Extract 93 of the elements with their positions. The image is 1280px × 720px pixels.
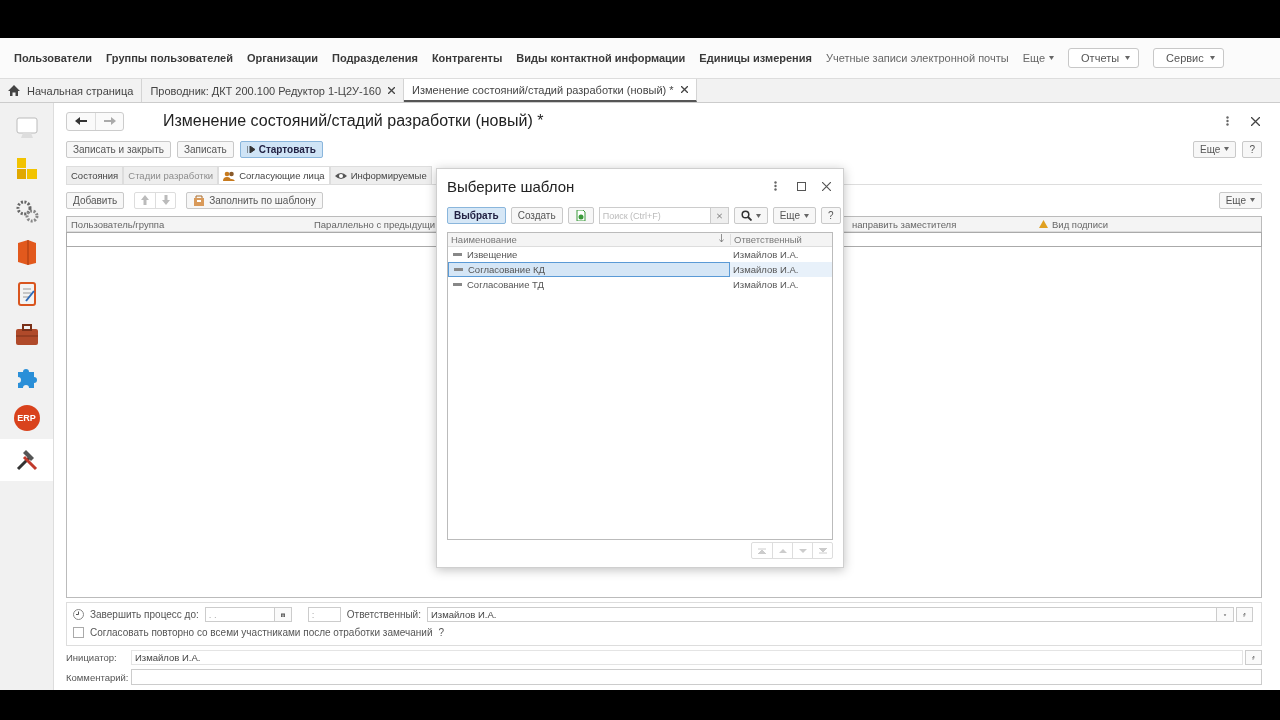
fill-template-button[interactable]: Заполнить по шаблону bbox=[186, 191, 323, 209]
row-name: Согласование КД bbox=[468, 264, 546, 275]
row-name: Согласование ТД bbox=[467, 279, 544, 290]
sidebar-item[interactable]: ERP bbox=[0, 397, 53, 439]
search-icon bbox=[740, 210, 752, 221]
copy-button[interactable] bbox=[567, 207, 594, 224]
row-name: Извещение bbox=[467, 249, 518, 260]
play-icon bbox=[246, 145, 255, 153]
menu-link[interactable]: Организации bbox=[247, 52, 319, 64]
more-menu[interactable]: Еще bbox=[1022, 52, 1055, 64]
initiator-field[interactable]: Измайлов И.А. bbox=[131, 650, 1243, 665]
table-cell[interactable]: Измайлов И.А. bbox=[730, 277, 832, 292]
people-icon bbox=[223, 170, 236, 181]
form-title: Изменение состояний/стадий разработки (новый) * bbox=[163, 112, 545, 130]
help-button[interactable]: ? bbox=[1242, 140, 1262, 158]
menu-link[interactable]: Группы пользователей bbox=[106, 52, 233, 64]
document-icon bbox=[574, 210, 587, 221]
menu-link[interactable]: Пользователи bbox=[14, 52, 92, 64]
open-button[interactable] bbox=[1245, 650, 1262, 665]
arrow-icon bbox=[798, 547, 807, 554]
more-icon bbox=[1226, 116, 1229, 126]
column-header: Параллельно с предыдущи bbox=[314, 218, 436, 230]
search-button[interactable] bbox=[733, 207, 768, 224]
menu-link[interactable]: Единицы измерения bbox=[699, 52, 812, 64]
select-button[interactable]: Выбрать bbox=[447, 207, 506, 224]
home-icon bbox=[8, 85, 20, 96]
save-button[interactable]: Записать и закрыть bbox=[66, 140, 171, 158]
menu-link[interactable]: Виды контактной информации bbox=[516, 52, 686, 64]
arrow-icon bbox=[758, 547, 766, 554]
comment-field[interactable] bbox=[131, 669, 1262, 685]
column-header: Вид подписи bbox=[1052, 218, 1109, 230]
menu-link[interactable]: Учетные записи электронной почты bbox=[825, 52, 1009, 64]
start-button[interactable]: Стартовать bbox=[239, 140, 323, 158]
column-header: Пользователь/группа bbox=[71, 218, 165, 230]
help-link[interactable]: ? bbox=[438, 627, 445, 638]
warning-icon bbox=[1039, 220, 1048, 228]
field-label: Завершить процесс до: bbox=[90, 609, 199, 620]
arrow-up-icon bbox=[141, 195, 150, 205]
item-icon bbox=[454, 268, 463, 271]
create-button[interactable]: Создать bbox=[510, 207, 563, 224]
add-button[interactable]: Добавить bbox=[66, 191, 125, 209]
template-icon bbox=[193, 194, 206, 206]
table-cell[interactable]: Согласование КД bbox=[448, 262, 730, 277]
table-cell[interactable]: Извещение bbox=[448, 247, 730, 262]
form-tab[interactable]: Согласующие лица bbox=[218, 166, 330, 184]
close-icon bbox=[388, 87, 396, 94]
menu-button[interactable]: Сервис bbox=[1153, 48, 1224, 68]
checkbox[interactable] bbox=[73, 627, 84, 638]
more-icon bbox=[774, 181, 777, 191]
column-header[interactable]: Наименование bbox=[451, 234, 517, 245]
responsible-field[interactable]: Измайлов И.А. bbox=[427, 607, 1217, 622]
form-tab[interactable]: Информируемые bbox=[329, 166, 432, 184]
column-header: направить заместителя bbox=[852, 218, 957, 230]
dialog-title: Выберите шаблон bbox=[447, 177, 576, 195]
help-button[interactable]: ? bbox=[821, 207, 841, 224]
arrow-icon bbox=[778, 547, 787, 554]
table-cell[interactable]: Измайлов И.А. bbox=[730, 247, 832, 262]
form-tab[interactable]: Состояния bbox=[66, 166, 124, 184]
item-icon bbox=[453, 283, 462, 286]
eye-icon bbox=[334, 170, 347, 181]
arrow-icon bbox=[818, 547, 827, 554]
monitor-icon bbox=[13, 114, 40, 141]
arrow-left-icon bbox=[75, 117, 87, 125]
clock-icon bbox=[73, 609, 84, 620]
more-button[interactable]: Еще bbox=[772, 207, 817, 224]
column-header[interactable]: Ответственный bbox=[734, 234, 802, 245]
menu-link[interactable]: Контрагенты bbox=[431, 52, 503, 64]
sort-icon bbox=[719, 234, 724, 242]
more-button[interactable]: Еще bbox=[1193, 140, 1237, 158]
close-icon bbox=[1251, 116, 1260, 126]
sidebar-item[interactable] bbox=[0, 439, 53, 481]
clear-icon bbox=[716, 212, 722, 219]
arrow-right-icon bbox=[103, 117, 116, 125]
menu-button[interactable]: Отчеты bbox=[1068, 48, 1140, 68]
arrow-down-icon bbox=[161, 195, 170, 205]
maximize-icon bbox=[797, 181, 806, 191]
search-field[interactable]: Поиск (Ctrl+F) bbox=[598, 207, 711, 224]
table-cell[interactable]: Измайлов И.А. bbox=[730, 262, 832, 277]
field-label: Комментарий: bbox=[66, 671, 130, 683]
table-cell[interactable]: Согласование ТД bbox=[448, 277, 730, 292]
window-tab[interactable]: Изменение состояний/стадий разработки (новый) * bbox=[404, 79, 697, 102]
field-label: Инициатор: bbox=[66, 652, 118, 663]
save-button[interactable]: Записать bbox=[176, 140, 234, 158]
close-icon bbox=[680, 86, 688, 93]
close-icon bbox=[822, 181, 831, 191]
item-icon bbox=[453, 253, 462, 256]
checkbox-label: Согласовать повторно со всеми участниками после отработки замечаний bbox=[90, 627, 433, 638]
field-label: Ответственный: bbox=[346, 609, 421, 620]
dropdown-button[interactable] bbox=[1217, 607, 1234, 622]
window-tab[interactable]: Начальная страница bbox=[0, 79, 143, 102]
open-button[interactable] bbox=[1236, 607, 1253, 622]
menu-link[interactable]: Подразделения bbox=[332, 52, 418, 64]
more-button[interactable]: Еще bbox=[1218, 191, 1262, 209]
